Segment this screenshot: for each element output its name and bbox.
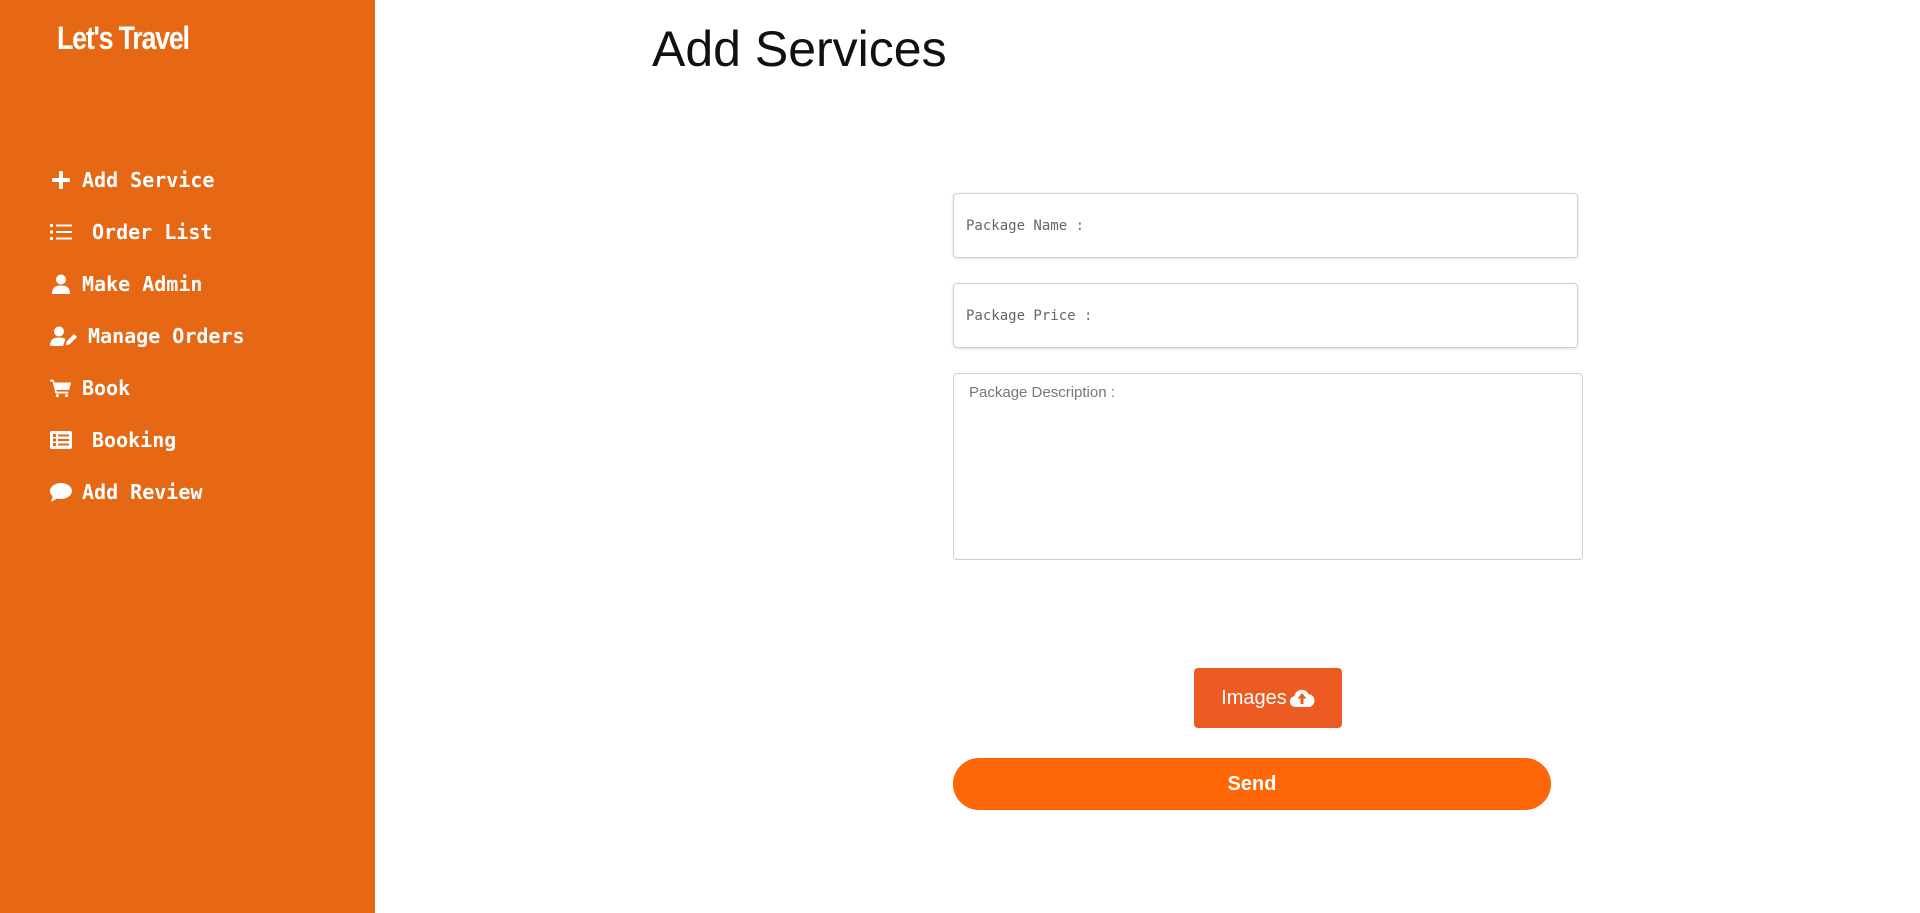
sidebar-item-label: Add Review [82,480,203,504]
sidebar-nav: Add Service Order List Make Admin Manage… [50,154,245,518]
sidebar-item-add-review[interactable]: Add Review [50,466,245,518]
send-button[interactable]: Send [953,758,1551,810]
package-description-input[interactable] [953,373,1583,560]
user-edit-icon [50,325,78,347]
page-title: Add Services [652,21,947,77]
comment-icon [50,481,72,503]
sidebar-item-label: Order List [92,220,213,244]
sidebar-item-make-admin[interactable]: Make Admin [50,258,245,310]
brand-logo[interactable]: Let's Travel [57,20,190,57]
images-upload-button[interactable]: Images [1194,668,1342,728]
list-icon [50,221,72,243]
images-button-label: Images [1221,686,1287,709]
main-content: Add Services Images Send [375,0,1920,913]
sidebar-item-manage-orders[interactable]: Manage Orders [50,310,245,362]
cloud-upload-icon [1289,688,1315,708]
sidebar-item-label: Add Service [82,168,215,192]
user-icon [50,273,72,295]
sidebar-item-booking[interactable]: Booking [50,414,245,466]
sidebar-item-label: Make Admin [82,272,203,296]
package-price-input[interactable] [953,283,1578,348]
cart-icon [50,377,72,399]
sidebar-item-label: Manage Orders [88,324,245,348]
sidebar-item-label: Book [82,376,131,400]
sidebar-item-add-service[interactable]: Add Service [50,154,245,206]
list-alt-icon [50,429,72,451]
sidebar-item-label: Booking [92,428,177,452]
sidebar-item-book[interactable]: Book [50,362,245,414]
package-name-input[interactable] [953,193,1578,258]
sidebar-item-order-list[interactable]: Order List [50,206,245,258]
plus-icon [50,169,72,191]
sidebar: Let's Travel Add Service Order List Make… [0,0,375,913]
